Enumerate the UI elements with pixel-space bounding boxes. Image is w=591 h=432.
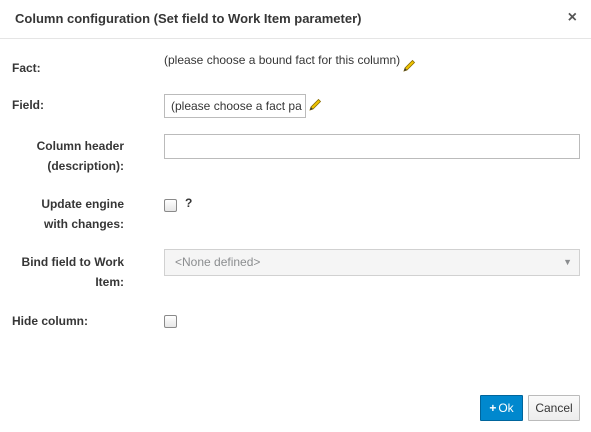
update-engine-checkbox[interactable]: [164, 199, 177, 212]
column-header-label-line1: Column header: [36, 139, 124, 153]
bind-field-selected: <None defined>: [175, 255, 261, 269]
plus-icon: +: [489, 401, 497, 415]
pencil-icon[interactable]: [308, 98, 322, 112]
update-engine-label-line1: Update engine: [41, 197, 124, 211]
fact-value: (please choose a bound fact for this col…: [164, 53, 401, 67]
pencil-icon[interactable]: [402, 59, 416, 73]
bind-field-label: Bind field to Work Item:: [12, 252, 124, 292]
close-icon[interactable]: ×: [568, 9, 577, 27]
dialog-title: Column configuration (Set field to Work …: [15, 11, 362, 26]
bind-field-label-line1: Bind field to Work: [21, 255, 124, 269]
dialog-header: Column configuration (Set field to Work …: [0, 0, 591, 39]
hide-column-checkbox[interactable]: [164, 315, 177, 328]
help-icon[interactable]: ?: [185, 196, 192, 210]
column-config-dialog: Column configuration (Set field to Work …: [0, 0, 591, 432]
bind-field-select[interactable]: <None defined> ▼: [164, 249, 580, 276]
column-header-label-line2: (description):: [47, 159, 124, 173]
fact-label: Fact:: [12, 61, 41, 75]
column-header-input[interactable]: [164, 134, 580, 159]
ok-label: Ok: [498, 401, 514, 415]
ok-button[interactable]: + Ok: [480, 395, 523, 421]
field-input[interactable]: (please choose a fact pa: [164, 94, 306, 118]
update-engine-label: Update engine with changes:: [12, 194, 124, 234]
chevron-down-icon: ▼: [563, 257, 572, 267]
bind-field-label-line2: Item:: [95, 275, 124, 289]
hide-column-label: Hide column:: [12, 314, 89, 328]
field-label: Field:: [12, 98, 44, 112]
update-engine-label-line2: with changes:: [43, 217, 124, 231]
column-header-label: Column header (description):: [12, 136, 124, 176]
cancel-button[interactable]: Cancel: [528, 395, 580, 421]
